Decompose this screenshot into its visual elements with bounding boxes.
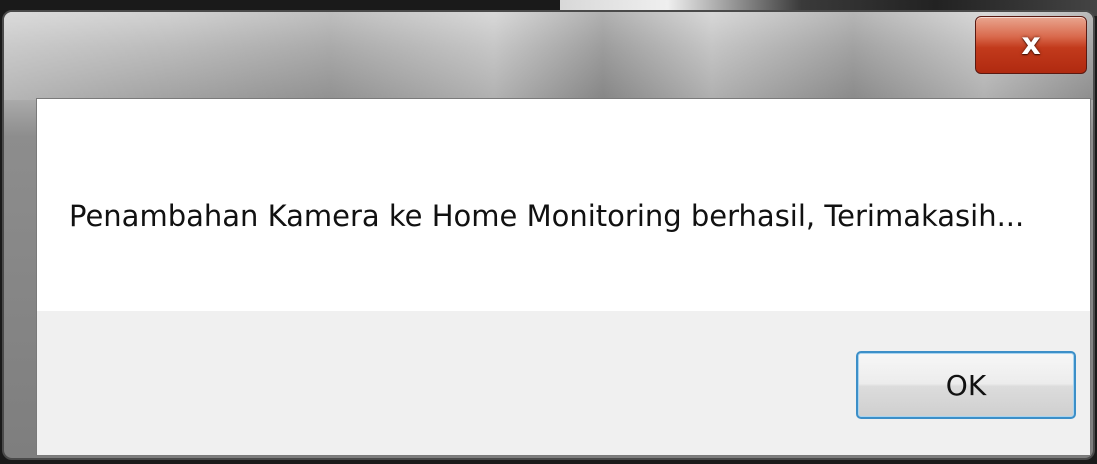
message-text: Penambahan Kamera ke Home Monitoring ber… bbox=[69, 199, 1025, 233]
dialog-body: Penambahan Kamera ke Home Monitoring ber… bbox=[36, 98, 1091, 456]
title-bar[interactable]: x bbox=[4, 12, 1093, 100]
message-area: Penambahan Kamera ke Home Monitoring ber… bbox=[37, 99, 1090, 311]
message-dialog: x Penambahan Kamera ke Home Monitoring b… bbox=[2, 10, 1095, 460]
close-icon: x bbox=[1021, 27, 1041, 62]
close-button[interactable]: x bbox=[975, 16, 1087, 74]
ok-button[interactable]: OK bbox=[856, 351, 1076, 419]
